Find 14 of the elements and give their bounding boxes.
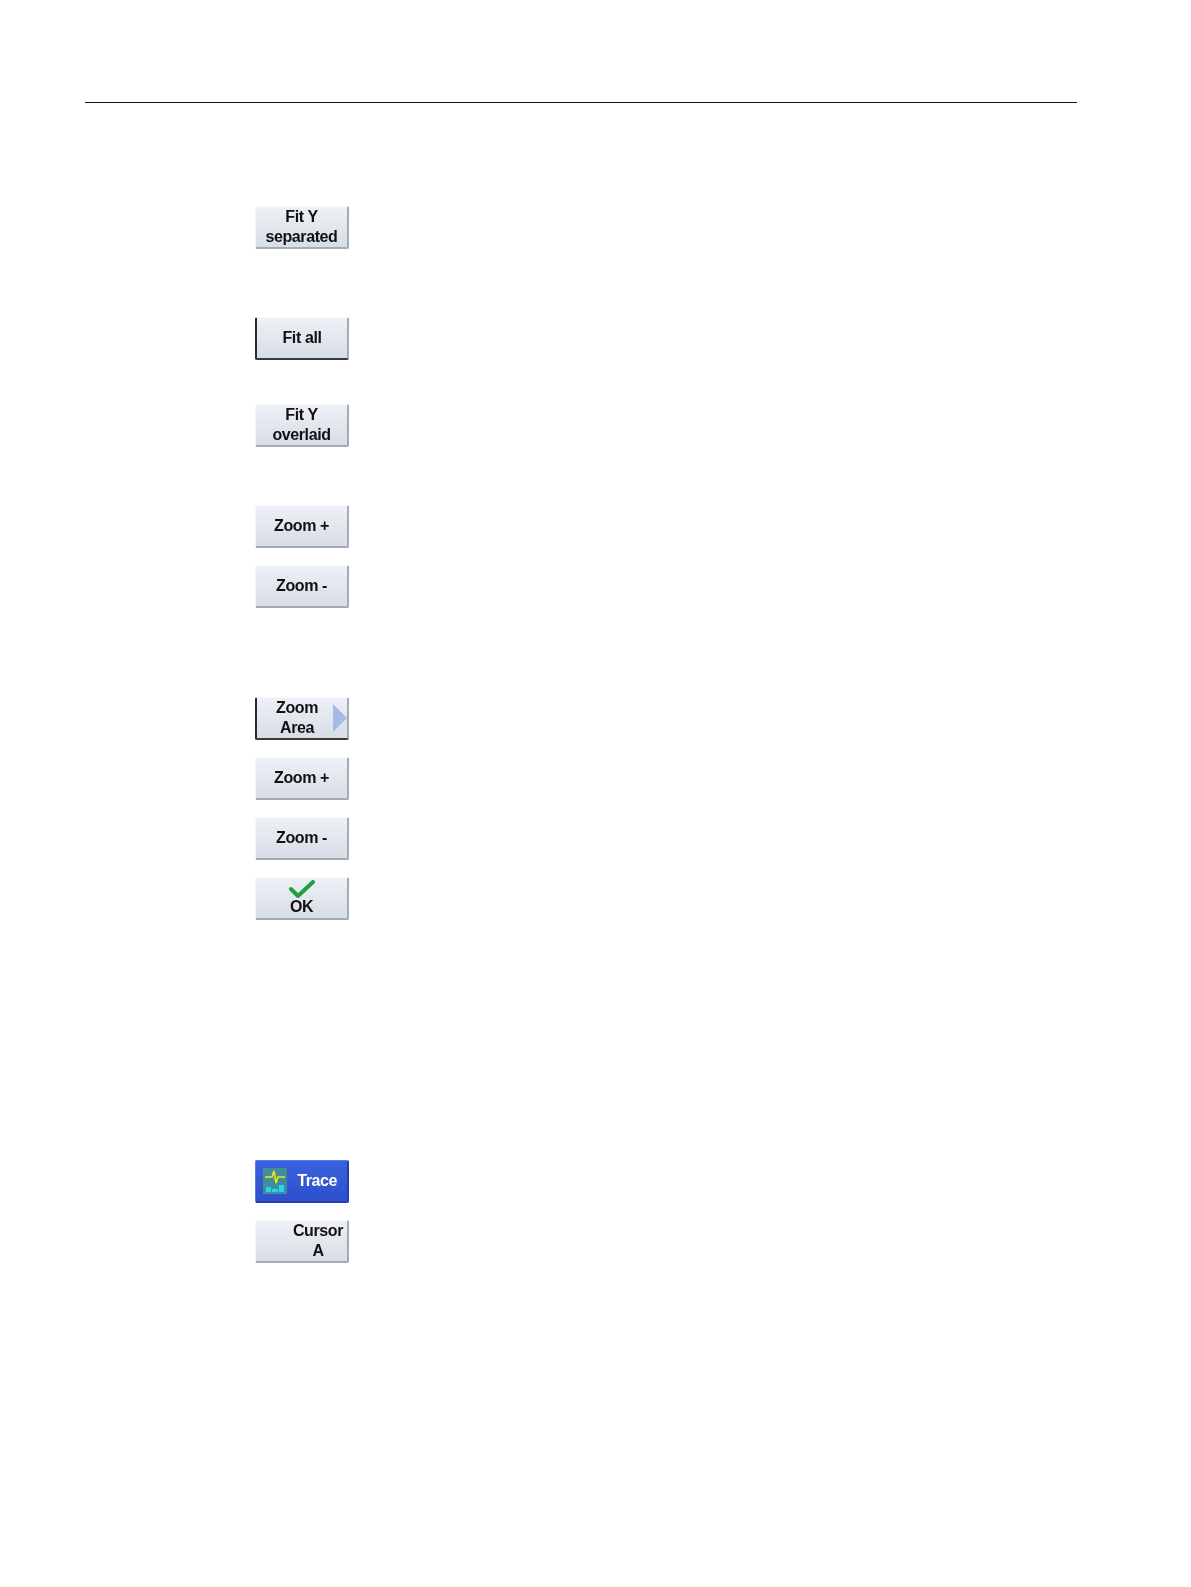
softkey-button[interactable]: Zoom Area: [255, 697, 349, 740]
softkey-button[interactable]: Zoom +: [255, 505, 349, 548]
softkey-button[interactable]: Fit Y overlaid: [255, 404, 349, 447]
softkey-button[interactable]: Fit Y separated: [255, 206, 349, 249]
softkey-button[interactable]: Fit all: [255, 317, 349, 360]
softkey-button[interactable]: Trace: [255, 1160, 349, 1203]
checkmark-icon: [288, 880, 315, 898]
softkey-button[interactable]: Zoom -: [255, 817, 349, 860]
softkey-button[interactable]: OK: [255, 877, 349, 920]
softkey-button[interactable]: Zoom -: [255, 565, 349, 608]
softkey-button[interactable]: Cursor A: [255, 1220, 349, 1263]
softkey-button[interactable]: Zoom +: [255, 757, 349, 800]
triangle-arrow-icon: [333, 704, 347, 732]
signal-trace-icon: [263, 1168, 287, 1194]
